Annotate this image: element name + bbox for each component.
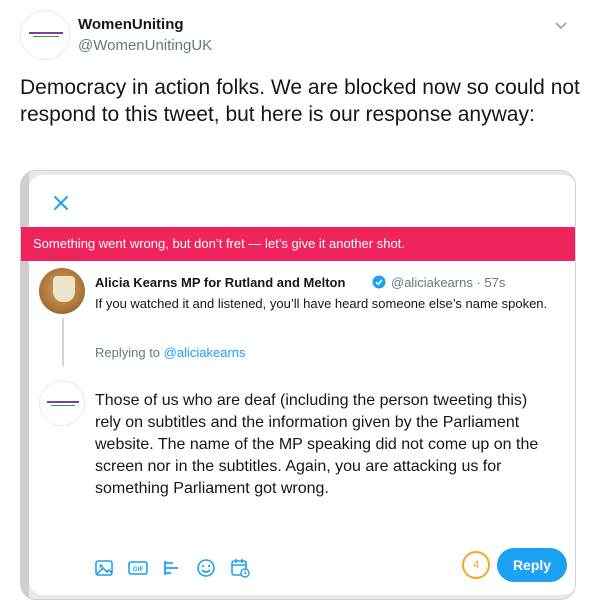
mention-link[interactable]: @aliciakearns [164, 345, 246, 360]
replied-user-avatar[interactable] [39, 268, 85, 314]
verified-badge-icon [372, 275, 386, 289]
compose-avatar [39, 380, 85, 426]
tweet-header: WomenUniting @WomenUnitingUK [20, 10, 580, 60]
reply-modal: Something went wrong, but don’t fret — l… [21, 175, 575, 595]
compose-textarea[interactable]: Those of us who are deaf (including the … [95, 390, 555, 500]
logo-stripe [51, 405, 75, 406]
replying-to: Replying to @aliciakearns [95, 345, 246, 360]
replied-user-name[interactable]: Alicia Kearns MP for Rutland and Melton [95, 275, 345, 290]
display-name[interactable]: WomenUniting [78, 16, 184, 33]
gif-label: GIF [133, 566, 144, 573]
thread-line [62, 318, 64, 366]
user-handle[interactable]: @WomenUnitingUK [78, 37, 212, 54]
gif-icon[interactable]: GIF [127, 557, 149, 579]
women-uniting-logo [29, 32, 63, 34]
chevron-down-icon[interactable] [554, 18, 568, 32]
character-counter: 4 [462, 551, 490, 579]
avatar[interactable] [20, 10, 70, 60]
replied-tweet-text: If you watched it and listened, you’ll h… [95, 296, 548, 311]
emoji-icon[interactable] [195, 557, 217, 579]
schedule-icon[interactable] [229, 557, 251, 579]
reply-button[interactable]: Reply [497, 548, 567, 582]
replying-to-prefix: Replying to [95, 345, 164, 360]
attached-screenshot[interactable]: Something went wrong, but don’t fret — l… [20, 170, 576, 600]
close-icon[interactable] [51, 193, 71, 213]
error-banner: Something went wrong, but don’t fret — l… [21, 227, 575, 261]
image-icon[interactable] [93, 557, 115, 579]
tweet-text: Democracy in action folks. We are blocke… [20, 76, 580, 126]
replied-user-handle[interactable]: @aliciakearns · 57s [391, 275, 505, 290]
avatar-badge [53, 276, 75, 302]
women-uniting-logo [47, 401, 79, 403]
logo-stripe [33, 36, 59, 37]
error-message: Something went wrong, but don’t fret — l… [33, 236, 405, 251]
poll-icon[interactable] [161, 557, 183, 579]
